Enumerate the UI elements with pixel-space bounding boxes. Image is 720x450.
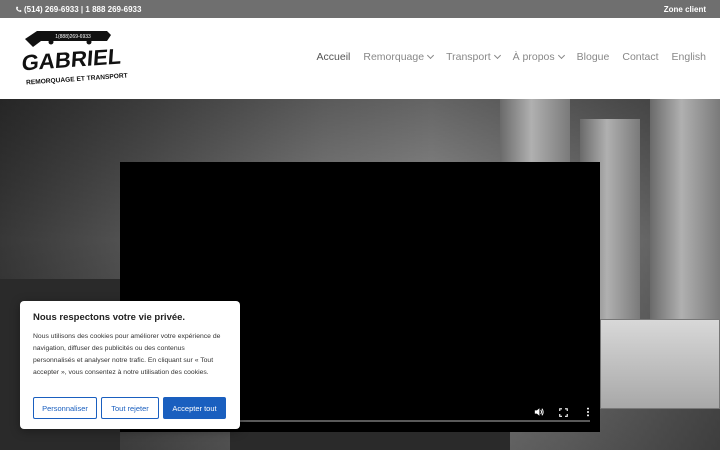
- phone-icon: [16, 6, 22, 12]
- accept-all-button[interactable]: Accepter tout: [163, 397, 226, 419]
- more-vertical-icon[interactable]: [581, 405, 595, 419]
- fullscreen-icon[interactable]: [556, 405, 570, 419]
- cookie-title: Nous respectons votre vie privée.: [33, 312, 186, 323]
- site-header: 1(888)269-6933 GABRIEL REMORQUAGE ET TRA…: [0, 18, 720, 99]
- cookie-consent-dialog: Nous respectons votre vie privée. Nous u…: [20, 301, 240, 429]
- phone-numbers: (514) 269-6933 | 1 888 269-6933: [24, 4, 142, 14]
- top-bar: (514) 269-6933 | 1 888 269-6933 Zone cli…: [0, 0, 720, 18]
- main-nav: Accueil Remorquage Transport À propos Bl…: [304, 51, 706, 63]
- trailer-shape: [600, 319, 720, 409]
- cookie-buttons: Personnaliser Tout rejeter Accepter tout: [33, 397, 226, 419]
- silo-shape: [650, 99, 720, 349]
- nav-transport[interactable]: Transport: [446, 51, 501, 63]
- logo-name: GABRIEL: [21, 44, 122, 76]
- nav-blogue[interactable]: Blogue: [577, 51, 610, 63]
- chevron-down-icon: [493, 51, 501, 60]
- reject-all-button[interactable]: Tout rejeter: [101, 397, 159, 419]
- nav-a-propos[interactable]: À propos: [513, 51, 565, 63]
- client-zone-link[interactable]: Zone client: [664, 5, 706, 14]
- chevron-down-icon: [427, 51, 435, 60]
- nav-english[interactable]: English: [672, 51, 706, 63]
- site-logo[interactable]: 1(888)269-6933 GABRIEL REMORQUAGE ET TRA…: [15, 25, 140, 93]
- logo-tagline: REMORQUAGE ET TRANSPORT: [26, 72, 128, 86]
- nav-contact[interactable]: Contact: [622, 51, 658, 63]
- logo-phone: 1(888)269-6933: [55, 34, 91, 40]
- nav-remorquage[interactable]: Remorquage: [363, 51, 435, 63]
- customize-button[interactable]: Personnaliser: [33, 397, 97, 419]
- top-phone[interactable]: (514) 269-6933 | 1 888 269-6933: [15, 5, 141, 14]
- nav-accueil[interactable]: Accueil: [317, 51, 351, 63]
- volume-icon[interactable]: [532, 405, 546, 419]
- chevron-down-icon: [557, 51, 565, 60]
- cookie-text: Nous utilisons des cookies pour améliore…: [33, 333, 221, 376]
